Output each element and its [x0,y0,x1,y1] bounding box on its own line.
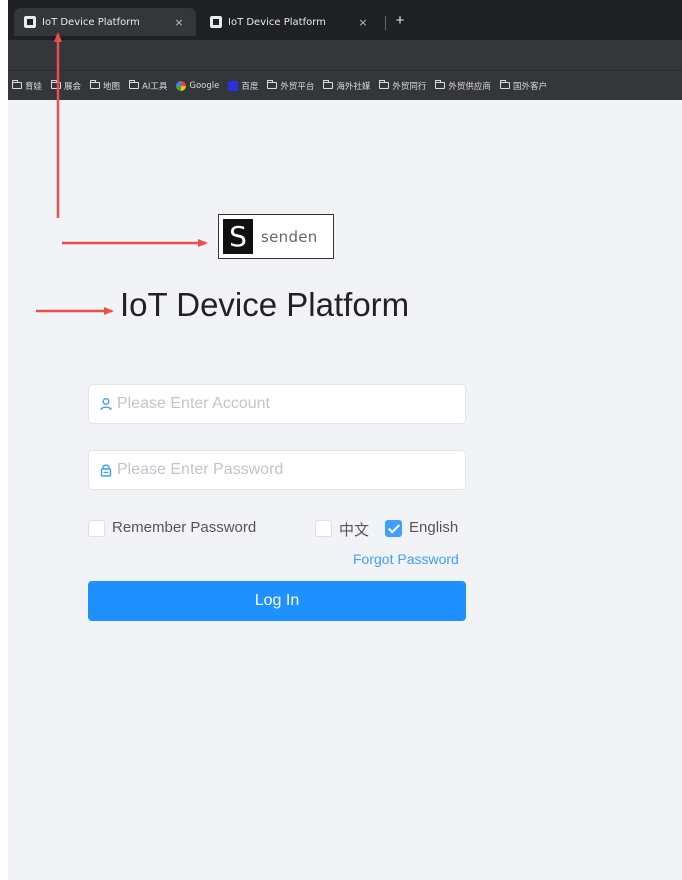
language-zh-label[interactable]: 中文 [339,519,369,540]
login-button[interactable]: Log In [88,581,466,621]
new-tab-button[interactable]: + [391,11,409,31]
password-field[interactable] [88,450,466,490]
bookmark-item[interactable]: 百度 [228,80,258,92]
bookmark-item[interactable]: 外贸平台 [267,80,314,92]
remember-password-checkbox[interactable] [88,520,105,537]
bookmark-label: 百度 [241,81,259,92]
bookmark-label: 外贸供应商 [448,81,491,92]
password-input[interactable] [117,461,447,479]
tab-separator [385,16,386,30]
folder-icon [51,80,62,89]
remember-password-label[interactable]: Remember Password [112,519,256,536]
tab-label: IoT Device Platform [42,16,140,28]
bookmark-item[interactable]: 地图 [90,80,120,92]
bookmark-item[interactable]: 国外客户 [499,80,547,92]
bookmark-label: 地图 [103,81,121,92]
folder-icon [12,80,22,89]
bookmark-item[interactable]: 展会 [51,80,81,92]
bookmark-item[interactable]: AI工具 [129,80,167,92]
language-zh-checkbox[interactable] [315,520,332,537]
bookmark-label: 外贸同行 [392,81,427,92]
folder-icon [499,80,510,89]
lock-icon [100,464,112,477]
account-input[interactable] [117,395,447,413]
tab-iot-device-platform-active[interactable]: IoT Device Platform × [14,8,196,36]
tab-bar: IoT Device Platform × IoT Device Platfor… [8,0,682,40]
bookmark-item[interactable]: 育娃 [12,80,42,92]
folder-icon [379,80,390,89]
folder-icon [267,80,278,89]
language-en-label[interactable]: English [409,519,458,536]
baidu-icon [228,80,239,91]
language-en-checkbox[interactable] [385,520,402,537]
logo-mark: S [223,219,253,254]
logo-wordmark: senden [261,227,318,246]
tab-close-icon[interactable]: × [356,16,370,29]
bookmark-item[interactable]: Google [176,80,220,91]
tab-label: IoT Device Platform [228,16,326,28]
bookmark-label: 展会 [64,81,82,92]
bookmark-label: AI工具 [142,81,168,92]
forgot-password-link[interactable]: Forgot Password [353,551,459,567]
google-icon [176,80,187,91]
folder-icon [435,80,446,89]
address-toolbar [8,40,682,70]
bookmark-label: 育娃 [25,81,43,92]
folder-icon [90,80,101,89]
page-title: IoT Device Platform [120,286,410,323]
bookmarks-bar: 育娃 展会 地图 AI工具 Google 百度 外贸平台 海外社媒 外贸同行 外… [8,70,682,100]
bookmark-item[interactable]: 海外社媒 [323,80,370,92]
favicon-icon [210,16,222,28]
account-field[interactable] [88,384,466,424]
user-icon [100,398,112,411]
bookmark-label: 国外客户 [512,81,547,92]
folder-icon [129,80,140,89]
tab-close-icon[interactable]: × [172,16,186,29]
bookmark-label: Google [189,80,220,91]
browser-window: IoT Device Platform × IoT Device Platfor… [8,0,682,880]
bookmark-label: 海外社媒 [336,81,371,92]
bookmark-item[interactable]: 外贸供应商 [435,80,491,92]
tab-iot-device-platform-inactive[interactable]: IoT Device Platform × [200,8,380,36]
senden-logo: S senden [218,214,334,259]
bookmark-item[interactable]: 外贸同行 [379,80,426,92]
favicon-icon [24,16,36,28]
folder-icon [323,80,334,89]
bookmark-label: 外贸平台 [280,81,315,92]
